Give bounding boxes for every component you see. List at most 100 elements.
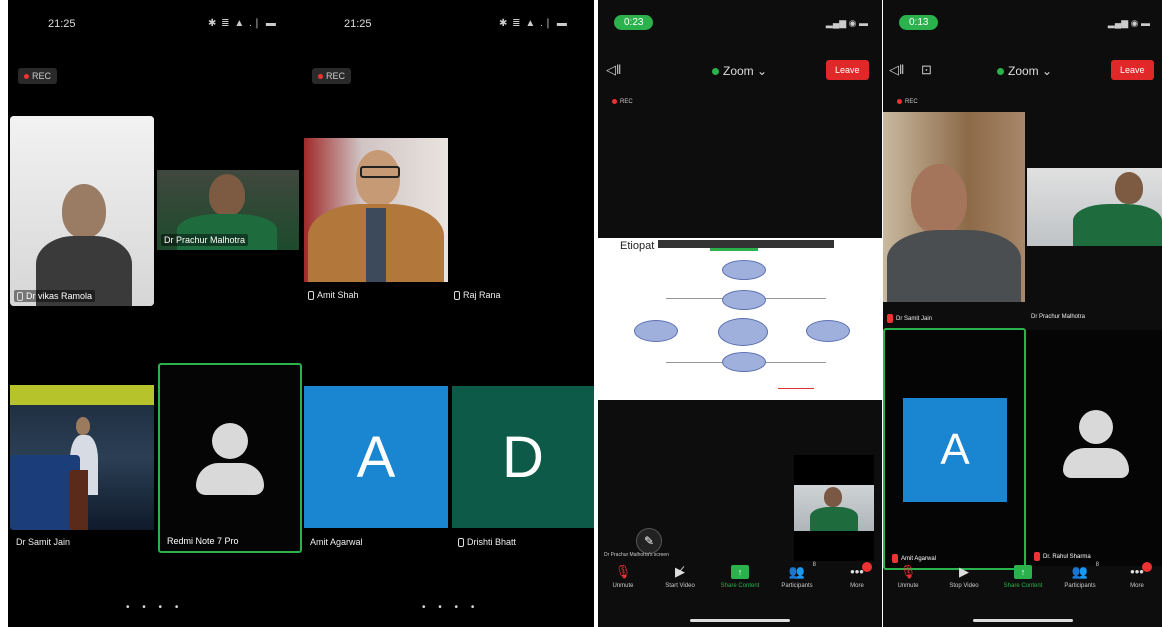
rec-dot-icon	[318, 74, 323, 80]
active-speaker-tile[interactable]: Redmi Note 7 Pro	[158, 363, 302, 553]
participant-name-text: Dr. Rahul Sharma	[1043, 554, 1091, 561]
diagram-node	[722, 352, 766, 372]
diagram-node	[634, 320, 678, 342]
mic-icon	[17, 292, 23, 301]
annotation-mark	[778, 388, 814, 389]
unmute-button[interactable]: 🎙 Unmute	[598, 565, 648, 590]
self-view-tile[interactable]	[794, 455, 874, 561]
video-tile[interactable]	[883, 112, 1025, 302]
rec-label: REC	[326, 71, 346, 81]
participant-name: Dr Samit Jain	[887, 314, 932, 323]
rec-dot-icon	[24, 74, 29, 80]
leave-button[interactable]: Leave	[826, 60, 869, 80]
chevron-down-icon: ⌄	[1042, 64, 1053, 78]
share-content-label: Share Content	[1003, 583, 1043, 589]
more-label: More	[1130, 583, 1144, 589]
rec-dot-icon	[897, 99, 902, 104]
meeting-title[interactable]: Zoom ⌄	[997, 64, 1052, 78]
speaker-icon[interactable]: ◁ǁ	[606, 62, 621, 78]
default-avatar-icon	[212, 423, 248, 459]
avatar-tile[interactable]: D	[452, 386, 594, 528]
person-head	[1115, 172, 1143, 204]
participants-icon: 👥	[1071, 564, 1089, 579]
tie	[366, 208, 386, 282]
rec-label: REC	[32, 71, 52, 81]
annotation-toolbar[interactable]	[658, 240, 834, 248]
video-tile[interactable]: Dr vikas Ramola	[10, 116, 154, 306]
meeting-title[interactable]: Zoom ⌄	[712, 64, 767, 78]
participants-icon: 👥	[788, 564, 806, 579]
participant-name: Raj Rana	[454, 290, 501, 301]
rec-indicator: REC	[891, 96, 924, 108]
diagram-node	[718, 318, 768, 346]
unmute-button[interactable]: 🎙 Unmute	[883, 564, 933, 590]
more-label: More	[850, 583, 864, 589]
diagram-node	[722, 260, 766, 280]
stop-video-button[interactable]: ▶ Stop Video	[939, 565, 989, 590]
video-tile[interactable]	[452, 138, 594, 282]
person-head	[209, 174, 245, 216]
share-indicator	[710, 248, 758, 251]
share-icon: ↑	[731, 565, 749, 579]
meeting-title-text: Zoom	[1008, 64, 1039, 78]
home-indicator[interactable]	[973, 619, 1073, 622]
shared-screen[interactable]: Etiopat	[598, 238, 882, 400]
participants-count: 8	[1095, 562, 1099, 568]
participant-name-text: Amit Shah	[317, 290, 359, 300]
avatar-tile[interactable]: A	[304, 386, 448, 528]
speaker-icon[interactable]: ◁ǁ	[889, 62, 904, 78]
start-video-button[interactable]: ▶̸ Start Video	[655, 565, 705, 590]
mic-off-icon: 🎙	[899, 564, 917, 579]
active-speaker-tile[interactable]: A Amit Agarwal	[883, 328, 1026, 570]
video-tile[interactable]	[304, 138, 448, 282]
video-tile[interactable]: Dr. Rahul Sharma	[1027, 330, 1162, 566]
page-indicator[interactable]: • • • •	[422, 602, 479, 613]
person-head	[62, 184, 106, 238]
participant-name: Amit Agarwal	[889, 553, 939, 564]
person-head	[356, 150, 400, 206]
more-button[interactable]: ••• More	[832, 562, 882, 589]
participant-name: Dr Prachur Malhotra	[1031, 314, 1086, 320]
phone-screen-1: 21:25 ✱ ≣ ▲ .❘ ▬ REC Dr vikas Ramola Dr …	[8, 0, 304, 627]
annotate-pencil-icon[interactable]: ✎	[636, 528, 662, 554]
default-avatar-icon	[1079, 410, 1113, 444]
unmute-label: Unmute	[897, 583, 919, 589]
participant-name-text: Dr vikas Ramola	[26, 290, 93, 301]
more-button[interactable]: ••• More	[1112, 562, 1162, 589]
meeting-toolbar: 🎙 Unmute ▶̸ Start Video ↑ Share Content 👥 8 P…	[598, 562, 882, 605]
signal-battery-icon: ▂▄▆ ◉ ▬	[1107, 18, 1150, 28]
participant-name: Redmi Note 7 Pro	[167, 536, 239, 546]
default-avatar-body	[196, 463, 264, 495]
default-avatar-body	[1063, 448, 1129, 478]
unmute-label: Unmute	[612, 583, 634, 589]
diagram-node	[722, 290, 766, 310]
mic-muted-icon	[1034, 552, 1040, 561]
person-body	[1073, 204, 1162, 246]
person-head	[76, 417, 90, 435]
participants-label: Participants	[1064, 583, 1096, 589]
secure-icon	[712, 68, 719, 76]
avatar-letter: A	[356, 424, 396, 490]
diagram-node	[806, 320, 850, 342]
rec-indicator: REC	[18, 68, 58, 84]
person-body	[810, 507, 858, 531]
participant-name-text: Dr Samit Jain	[896, 316, 933, 323]
participants-button[interactable]: 👥 8 Participants	[772, 562, 822, 589]
share-content-button[interactable]: ↑ Share Content	[998, 565, 1048, 589]
status-icons: ✱ ≣ ▲ .❘ ▬	[499, 18, 568, 29]
video-tile[interactable]	[10, 385, 154, 530]
participants-button[interactable]: 👥 8 Participants	[1055, 562, 1105, 589]
video-tile[interactable]: Dr Prachur Malhotra	[157, 170, 299, 250]
participant-name: Dr. Rahul Sharma	[1031, 551, 1094, 562]
camera-switch-icon[interactable]: ⊡	[921, 62, 932, 78]
participant-name: Dr vikas Ramola	[14, 289, 96, 302]
rec-indicator: REC	[606, 96, 639, 108]
share-content-button[interactable]: ↑ Share Content	[715, 565, 765, 589]
participant-name: Drishti Bhatt	[458, 537, 516, 548]
page-indicator[interactable]: • • • •	[126, 602, 183, 613]
rec-indicator: REC	[312, 68, 352, 84]
mic-muted-icon	[887, 314, 893, 323]
leave-button[interactable]: Leave	[1111, 60, 1154, 80]
video-tile[interactable]	[1027, 168, 1162, 246]
home-indicator[interactable]	[690, 619, 790, 622]
